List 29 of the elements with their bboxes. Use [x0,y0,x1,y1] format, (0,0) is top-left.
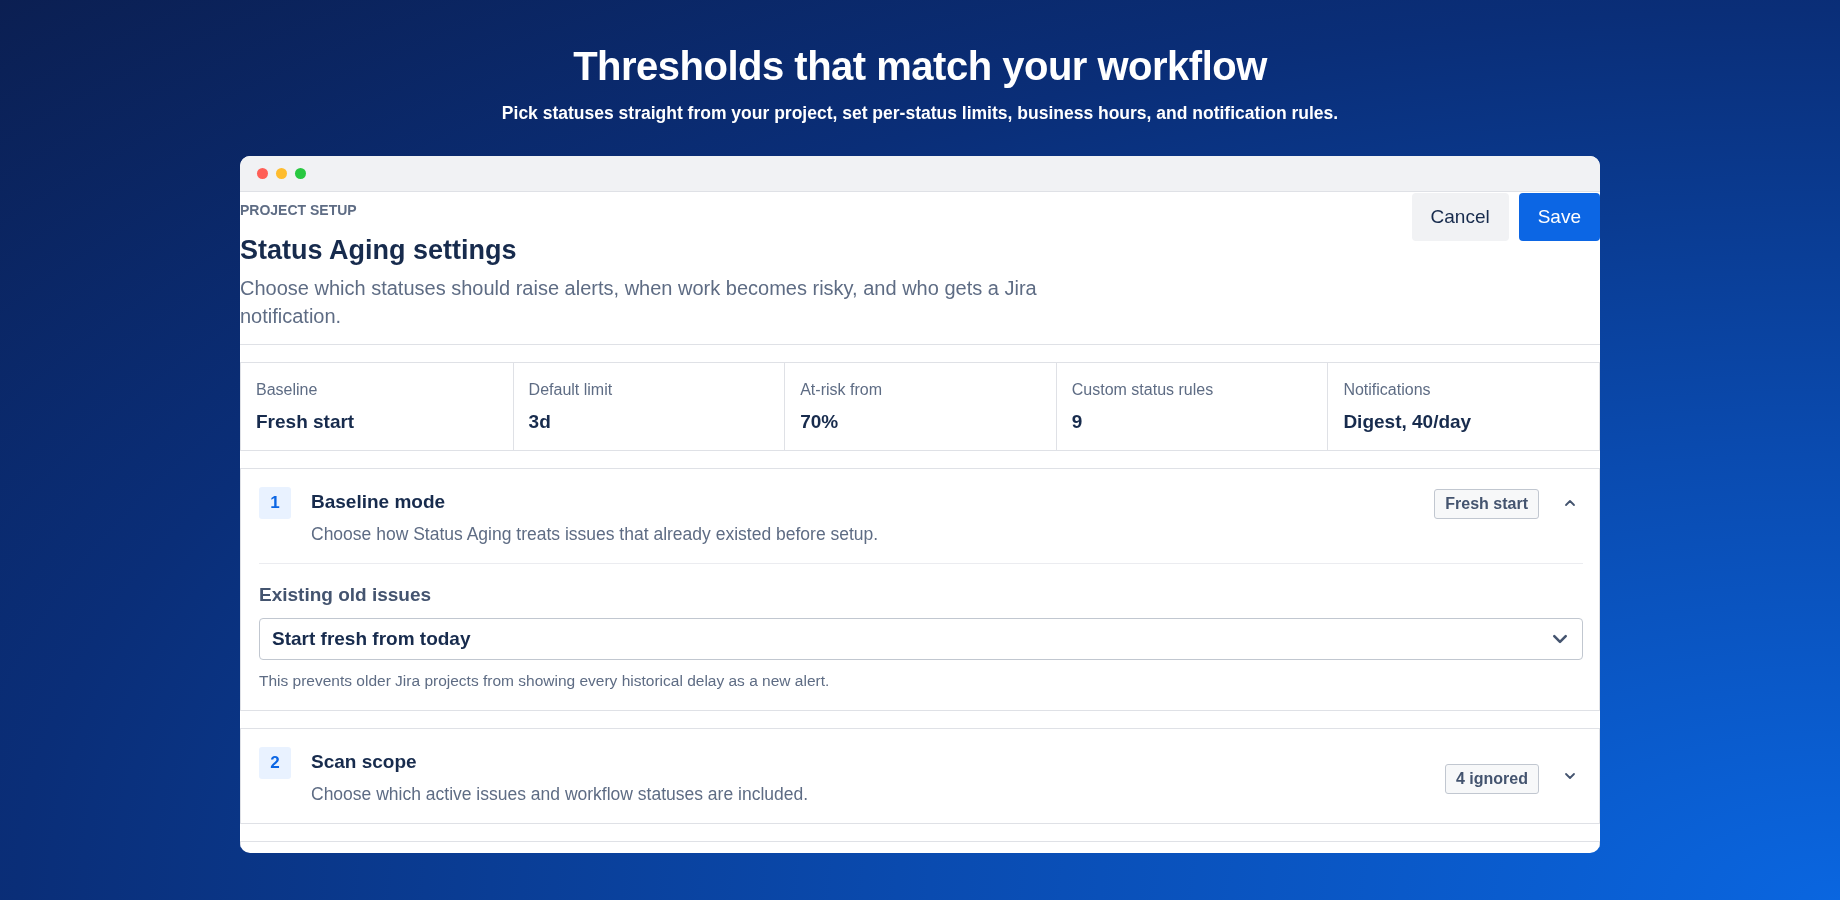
page-title: Status Aging settings [240,235,518,266]
stat-value: Fresh start [256,411,356,433]
page-description: Choose which statuses should raise alerts, when work becomes risky, and who gets a Jira notification. [240,276,1038,329]
field-label: Existing old issues [259,584,432,606]
section-title: Baseline mode [311,491,447,513]
eyebrow-label: PROJECT SETUP [240,202,357,218]
stat-value: Digest, 40/day [1343,411,1473,433]
save-button[interactable]: Save [1518,193,1600,241]
stat-value: 70% [800,411,840,433]
stat-label: At-risk from [800,381,883,399]
section-description: Choose how Status Aging treats issues that already existed before setup. [311,524,880,545]
hero-subtitle: Pick statuses straight from your project, set per-status limits, business hours, and notification rules. [501,103,1339,124]
stat-value: 3d [528,411,552,433]
close-icon[interactable] [257,168,268,179]
stat-label: Default limit [528,381,614,399]
help-text: This prevents older Jira projects from showing every historical delay as a new alert. [259,672,830,690]
hero-title: Thresholds that match your workflow [573,44,1267,89]
stat-label: Notifications [1343,381,1432,399]
dropdown-field[interactable]: Start fresh from today [259,618,1583,660]
section-description: Choose which active issues and workflow statuses are included. [311,784,810,805]
step-number: 1 [259,487,291,519]
status-tag: Fresh start [1434,489,1539,519]
stat-value: 9 [1071,411,1084,433]
status-tag: 4 ignored [1445,764,1539,794]
stat-label: Custom status rules [1071,381,1215,399]
cancel-button[interactable]: Cancel [1411,193,1509,241]
step-number: 2 [259,747,291,779]
stat-label: Baseline [256,381,319,399]
section-title: Scan scope [311,751,418,773]
